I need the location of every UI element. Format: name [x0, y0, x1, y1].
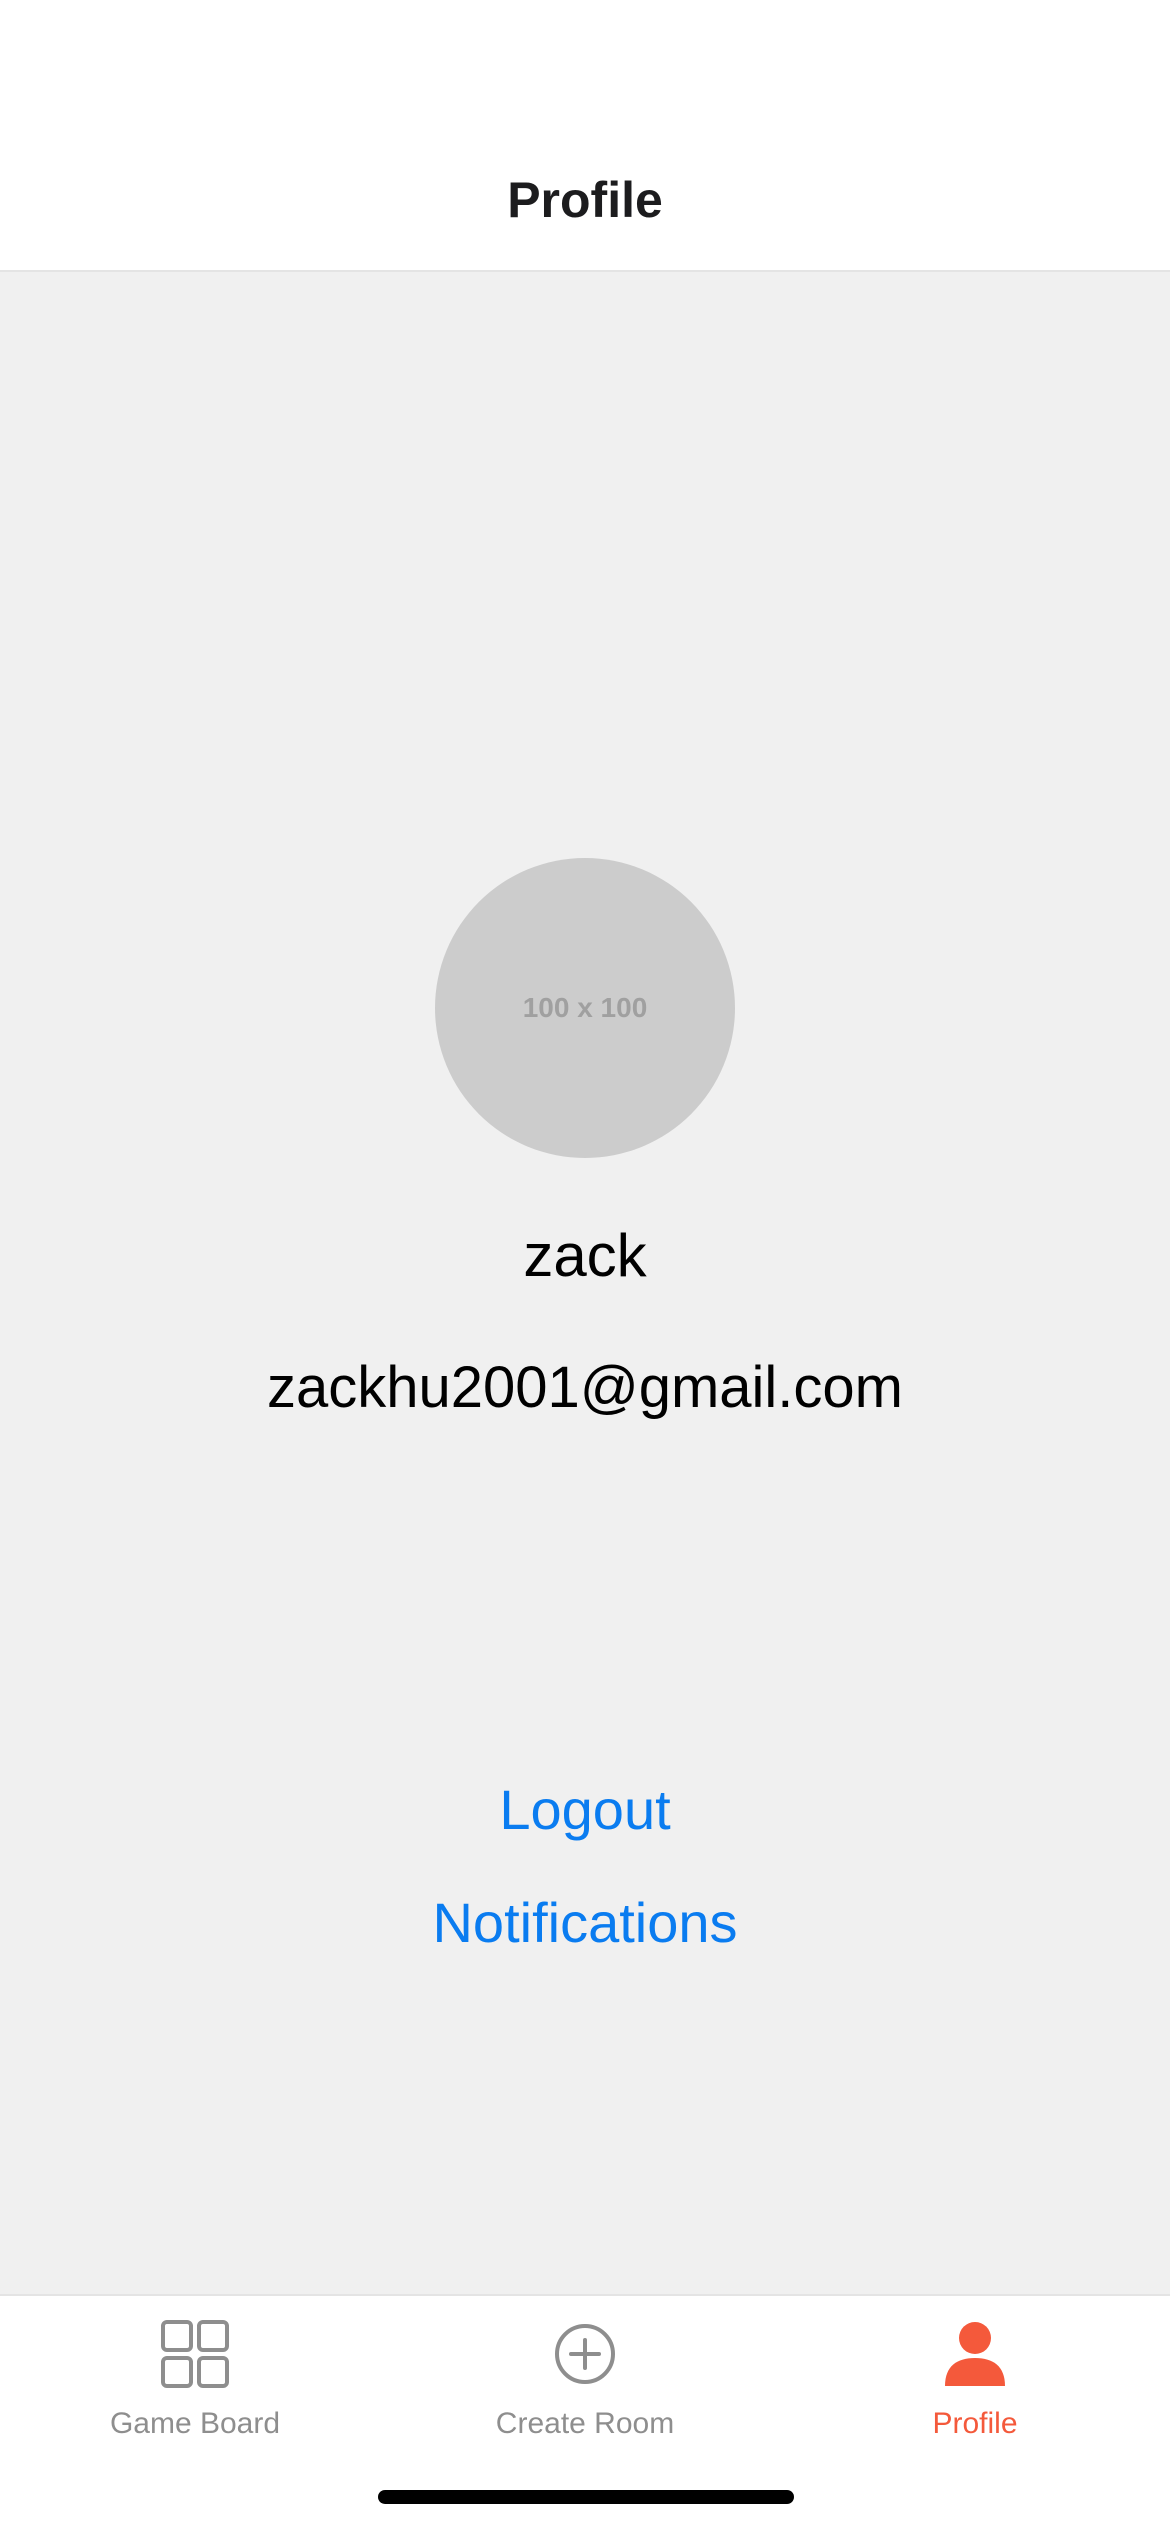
tab-label-profile: Profile	[932, 2407, 1018, 2440]
status-bar	[0, 0, 1170, 140]
avatar-placeholder-label: 100 x 100	[522, 992, 648, 1023]
grid-icon	[161, 2320, 229, 2388]
username: zack	[523, 1222, 647, 1289]
plus-circle-icon	[555, 2324, 615, 2384]
email: zackhu2001@gmail.com	[267, 1355, 903, 1420]
notifications-button[interactable]: Notifications	[432, 1891, 737, 1954]
home-indicator	[378, 2490, 794, 2504]
person-icon	[945, 2322, 1005, 2386]
logout-button[interactable]: Logout	[499, 1778, 670, 1841]
notifications-row: Notifications	[0, 1888, 1170, 1958]
profile-screen: Profile 100 x 100 zack zackhu2001@gmail.…	[0, 0, 1170, 2532]
tab-label-game-board: Game Board	[109, 2407, 281, 2440]
navigation-header: Profile	[0, 140, 1170, 272]
tab-game-board[interactable]: Game Board	[0, 2296, 390, 2446]
logout-row: Logout	[0, 1775, 1170, 1845]
tab-profile[interactable]: Profile	[780, 2296, 1170, 2446]
profile-content: 100 x 100 zack zackhu2001@gmail.com Logo…	[0, 272, 1170, 2294]
tab-create-room[interactable]: Create Room	[390, 2296, 780, 2446]
avatar: 100 x 100	[435, 858, 735, 1158]
page-title: Profile	[507, 172, 663, 228]
tab-label-create-room: Create Room	[495, 2407, 675, 2440]
